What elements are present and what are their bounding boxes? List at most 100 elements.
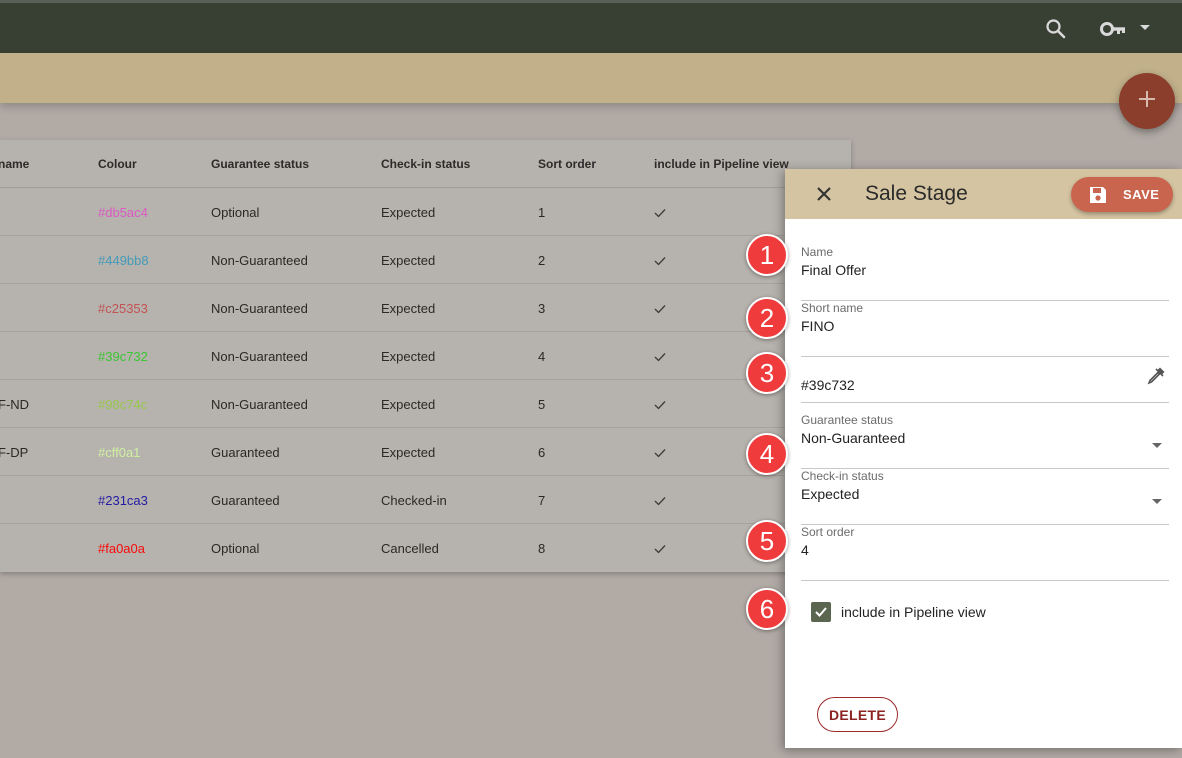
table-row[interactable]: #fa0a0a Optional Cancelled 8 xyxy=(0,524,851,572)
cell-sort-order: 1 xyxy=(538,205,546,220)
panel-title: Sale Stage xyxy=(865,182,968,205)
check-icon xyxy=(654,446,666,461)
table-row[interactable]: #39c732 Non-Guaranteed Expected 4 xyxy=(0,332,851,380)
sort-order-label: Sort order xyxy=(801,525,855,539)
check-icon xyxy=(654,302,666,317)
sort-order-field[interactable]: Sort order 4 xyxy=(801,525,1169,581)
cell-guarantee-status: Non-Guaranteed xyxy=(211,397,308,412)
table-row[interactable]: #231ca3 Guaranteed Checked-in 7 xyxy=(0,476,851,524)
name-field-label: Name xyxy=(801,245,834,259)
cell-sort-order: 2 xyxy=(538,253,546,268)
cell-colour: #98c74c xyxy=(98,397,148,412)
table-row[interactable]: F-ND #98c74c Non-Guaranteed Expected 5 xyxy=(0,380,851,428)
cell-checkin-status: Expected xyxy=(381,301,436,316)
cell-sort-order: 6 xyxy=(538,445,546,460)
table-row[interactable]: #449bb8 Non-Guaranteed Expected 2 xyxy=(0,236,851,284)
column-header-guarantee-status[interactable]: Guarantee status xyxy=(211,157,309,171)
column-header-pipeline-view[interactable]: include in Pipeline view xyxy=(654,157,789,171)
guarantee-status-label: Guarantee status xyxy=(801,413,894,427)
annotation-badge-1: 1 xyxy=(746,234,788,276)
annotation-badge-4: 4 xyxy=(746,433,788,475)
cell-colour: #cff0a1 xyxy=(98,445,141,460)
search-icon[interactable] xyxy=(1044,17,1068,46)
checkin-status-value[interactable]: Expected xyxy=(801,486,859,502)
pipeline-view-checkbox[interactable] xyxy=(811,602,831,622)
plus-icon xyxy=(1137,89,1157,114)
eyedropper-icon[interactable] xyxy=(1145,365,1167,392)
check-icon xyxy=(654,350,666,365)
checkin-status-label: Check-in status xyxy=(801,469,884,483)
table-row[interactable]: #db5ac4 Optional Expected 1 xyxy=(0,188,851,236)
close-icon[interactable] xyxy=(814,184,834,204)
delete-button[interactable]: DELETE xyxy=(817,697,898,732)
annotation-badge-3: 3 xyxy=(746,352,788,394)
cell-checkin-status: Expected xyxy=(381,205,436,220)
dropdown-caret-icon[interactable] xyxy=(1138,21,1152,40)
chevron-down-icon[interactable] xyxy=(1151,493,1163,511)
cell-colour: #c25353 xyxy=(98,301,148,316)
cell-colour: #39c732 xyxy=(98,349,148,364)
column-header-short-name[interactable]: name xyxy=(0,157,29,171)
check-icon xyxy=(654,206,666,221)
short-name-field-value[interactable]: FINO xyxy=(801,318,834,334)
sale-stages-table: name Colour Guarantee status Check-in st… xyxy=(0,140,851,572)
cell-short-name: F-ND xyxy=(0,397,30,412)
cell-checkin-status: Checked-in xyxy=(381,493,447,508)
short-name-field-label: Short name xyxy=(801,301,864,315)
cell-sort-order: 3 xyxy=(538,301,546,316)
guarantee-status-select[interactable]: Guarantee status Non-Guaranteed xyxy=(801,413,1169,469)
column-header-checkin-status[interactable]: Check-in status xyxy=(381,157,470,171)
colour-field-value[interactable]: #39c732 xyxy=(801,377,855,393)
cell-sort-order: 4 xyxy=(538,349,546,364)
colour-field[interactable]: #39c732 xyxy=(801,347,1169,403)
page-header-bar xyxy=(0,53,1182,103)
table-row[interactable]: #c25353 Non-Guaranteed Expected 3 xyxy=(0,284,851,332)
panel-header: Sale Stage SAVE xyxy=(785,169,1182,219)
check-icon xyxy=(654,542,666,557)
table-row[interactable]: F-DP #cff0a1 Guaranteed Expected 6 xyxy=(0,428,851,476)
cell-sort-order: 8 xyxy=(538,541,546,556)
cell-guarantee-status: Optional xyxy=(211,541,260,556)
cell-guarantee-status: Non-Guaranteed xyxy=(211,349,308,364)
save-button-label: SAVE xyxy=(1123,187,1160,202)
cell-checkin-status: Expected xyxy=(381,253,436,268)
guarantee-status-value[interactable]: Non-Guaranteed xyxy=(801,430,905,446)
cell-guarantee-status: Non-Guaranteed xyxy=(211,301,308,316)
sort-order-value[interactable]: 4 xyxy=(801,542,809,558)
pipeline-view-label: include in Pipeline view xyxy=(841,604,986,620)
check-icon xyxy=(654,254,666,269)
floppy-disk-icon xyxy=(1088,185,1108,210)
cell-checkin-status: Expected xyxy=(381,349,436,364)
key-icon[interactable] xyxy=(1100,19,1126,44)
cell-guarantee-status: Guaranteed xyxy=(211,493,280,508)
cell-sort-order: 5 xyxy=(538,397,546,412)
cell-colour: #fa0a0a xyxy=(98,541,145,556)
cell-colour: #231ca3 xyxy=(98,493,148,508)
annotation-badge-5: 5 xyxy=(746,520,788,562)
check-icon xyxy=(654,494,666,509)
cell-checkin-status: Expected xyxy=(381,445,436,460)
check-icon xyxy=(654,398,666,413)
cell-short-name: F-DP xyxy=(0,445,29,460)
save-button[interactable]: SAVE xyxy=(1071,177,1173,212)
checkin-status-select[interactable]: Check-in status Expected xyxy=(801,469,1169,525)
column-header-colour[interactable]: Colour xyxy=(98,157,137,171)
cell-checkin-status: Cancelled xyxy=(381,541,439,556)
sale-stage-panel: Sale Stage SAVE Name Final Offer Short n… xyxy=(785,169,1182,748)
cell-colour: #449bb8 xyxy=(98,253,149,268)
top-app-bar xyxy=(0,0,1182,53)
cell-guarantee-status: Guaranteed xyxy=(211,445,280,460)
name-field[interactable]: Name Final Offer xyxy=(801,245,1169,301)
annotation-badge-2: 2 xyxy=(746,297,788,339)
cell-guarantee-status: Non-Guaranteed xyxy=(211,253,308,268)
cell-colour: #db5ac4 xyxy=(98,205,148,220)
cell-sort-order: 7 xyxy=(538,493,546,508)
cell-guarantee-status: Optional xyxy=(211,205,260,220)
add-fab-button[interactable] xyxy=(1119,73,1175,129)
annotation-badge-6: 6 xyxy=(746,588,788,630)
column-header-sort-order[interactable]: Sort order xyxy=(538,157,596,171)
cell-checkin-status: Expected xyxy=(381,397,436,412)
chevron-down-icon[interactable] xyxy=(1151,437,1163,455)
table-header: name Colour Guarantee status Check-in st… xyxy=(0,140,851,188)
name-field-value[interactable]: Final Offer xyxy=(801,262,866,278)
